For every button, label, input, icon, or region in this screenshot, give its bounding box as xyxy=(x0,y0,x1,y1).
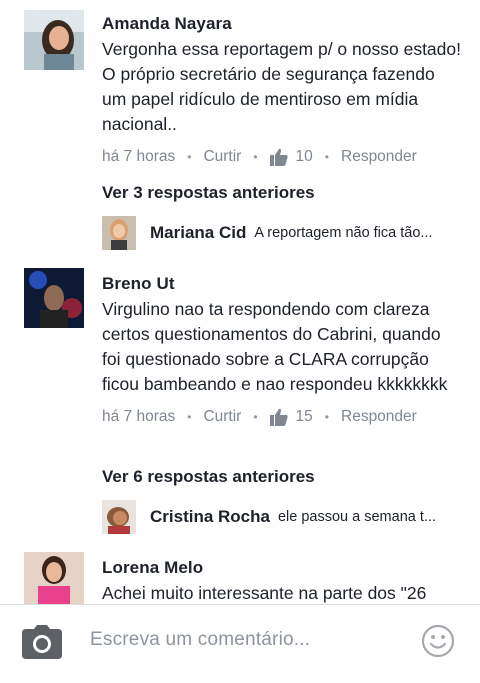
like-count[interactable]: 10 xyxy=(269,148,313,166)
reply-snippet: ele passou a semana t... xyxy=(277,509,436,525)
like-count-value: 10 xyxy=(295,148,313,165)
comment-text: Vergonha essa reportagem p/ o nosso esta… xyxy=(102,39,461,134)
reply-button[interactable]: Responder xyxy=(341,148,417,166)
comment-composer: Escreva um comentário... xyxy=(0,604,480,683)
reply-preview[interactable]: Mariana Cid A reportagem não fica tão... xyxy=(102,214,460,252)
avatar xyxy=(102,500,136,534)
comment-time: há 7 horas xyxy=(102,408,176,425)
separator-dot: • xyxy=(324,410,329,424)
like-button[interactable]: Curtir xyxy=(203,148,241,166)
like-button[interactable]: Curtir xyxy=(203,408,241,426)
view-previous-replies[interactable]: Ver 3 respostas anteriores xyxy=(102,183,315,203)
like-count[interactable]: 15 xyxy=(269,408,313,426)
like-count-value: 15 xyxy=(295,408,313,425)
avatar xyxy=(102,216,136,250)
thumbs-up-icon xyxy=(269,408,288,426)
comment-author[interactable]: Breno Ut xyxy=(102,273,462,295)
thumbs-up-icon xyxy=(269,148,288,166)
comment-actions: há 7 horas • Curtir • 15 • Responder xyxy=(102,405,462,429)
separator-dot: • xyxy=(324,150,329,164)
comment-author[interactable]: Amanda Nayara xyxy=(102,13,462,35)
reply-preview[interactable]: Cristina Rocha ele passou a semana t... xyxy=(102,498,460,536)
avatar[interactable] xyxy=(24,268,84,328)
avatar[interactable] xyxy=(24,552,84,604)
smiley-icon[interactable] xyxy=(421,624,455,663)
reply-button[interactable]: Responder xyxy=(341,408,417,426)
separator-dot: • xyxy=(253,410,258,424)
comment-text: Achei muito interessante na parte dos "2… xyxy=(102,583,427,603)
reply-snippet: A reportagem não fica tão... xyxy=(254,225,433,241)
avatar[interactable] xyxy=(24,10,84,70)
reply-author: Mariana Cid xyxy=(150,223,247,242)
comment-author[interactable]: Lorena Melo xyxy=(102,557,462,579)
comment-actions: há 7 horas • Curtir • 10 • Responder xyxy=(102,145,462,169)
comment-text: Virgulino nao ta respondendo com clareza… xyxy=(102,299,448,394)
reply-author: Cristina Rocha xyxy=(150,507,270,526)
comment-time: há 7 horas xyxy=(102,148,176,165)
separator-dot: • xyxy=(187,410,192,424)
separator-dot: • xyxy=(187,150,192,164)
camera-icon[interactable] xyxy=(22,625,62,664)
separator-dot: • xyxy=(253,150,258,164)
comment-feed: Amanda Nayara Vergonha essa reportagem p… xyxy=(0,0,480,604)
view-previous-replies[interactable]: Ver 6 respostas anteriores xyxy=(102,467,315,487)
comment-input[interactable]: Escreva um comentário... xyxy=(90,629,310,651)
